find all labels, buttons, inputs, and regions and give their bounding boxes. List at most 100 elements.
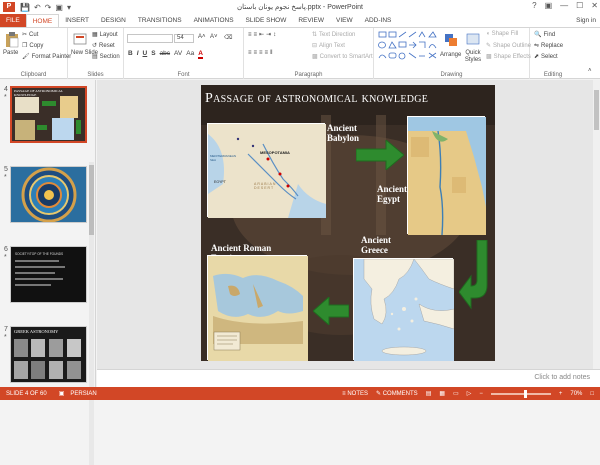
current-slide[interactable]: Passage of astronomical knowledge MESOPO… <box>201 85 495 361</box>
paste-icon[interactable] <box>5 32 19 48</box>
bullets-button[interactable]: ≡ ≡ ⇤ ⇥ ↕ <box>248 31 276 39</box>
zoom-out-button[interactable]: − <box>479 391 483 397</box>
slide-thumbnail-4[interactable]: PASSAGE OF ASTRONOMICAL KNOWLEDGE <box>10 86 87 143</box>
convert-smartart-button[interactable]: ▩ Convert to SmartArt <box>312 53 373 61</box>
tab-review[interactable]: REVIEW <box>292 14 330 27</box>
tab-view[interactable]: VIEW <box>330 14 359 27</box>
quick-styles-button[interactable]: Quick Styles <box>462 50 484 64</box>
underline-button[interactable]: U <box>143 50 148 59</box>
copy-icon: ❐ <box>22 43 28 49</box>
font-size-combo[interactable]: 54 <box>174 34 194 43</box>
slide-thumbnail-6[interactable]: SOCIETY/TOP OF THE FOUNDS <box>10 246 87 303</box>
arrange-button[interactable]: Arrange <box>440 52 461 58</box>
tab-design[interactable]: DESIGN <box>95 14 132 27</box>
char-spacing-button[interactable]: AV <box>174 50 182 59</box>
language-indicator[interactable]: PERSIAN <box>70 391 96 397</box>
notes-pane[interactable]: Click to add notes <box>97 369 600 387</box>
slide-scroll-thumb[interactable] <box>594 90 599 130</box>
start-show-icon[interactable]: ▣ <box>55 3 63 12</box>
green-arrow-curve-icon[interactable] <box>459 240 489 310</box>
collapse-ribbon-icon[interactable]: ˄ <box>588 68 592 74</box>
slide-thumbnail-5[interactable] <box>10 166 87 223</box>
fit-slide-icon[interactable]: □ <box>590 391 594 397</box>
ribbon-display-button[interactable]: ▣ <box>545 1 553 10</box>
slide-thumbnail-7[interactable]: GREEK ASTRONOMY <box>10 326 87 383</box>
egypt-map-image[interactable] <box>407 116 486 236</box>
alignment-buttons[interactable]: ≡ ≡ ≡ ≡ ‖ <box>248 50 273 56</box>
reading-view-icon[interactable]: ▭ <box>453 390 459 397</box>
green-arrow-right-icon[interactable] <box>356 140 404 170</box>
section-button[interactable]: ▤ Section <box>92 53 120 61</box>
close-button[interactable]: ✕ <box>591 1 598 10</box>
label-greece[interactable]: Ancient Greece <box>361 235 401 255</box>
select-button[interactable]: ⬈ Select <box>534 53 558 61</box>
thumb-bust-image <box>67 339 81 357</box>
label-egypt[interactable]: Ancient Egypt <box>377 184 413 204</box>
change-case-button[interactable]: Aa <box>186 50 194 59</box>
slideshow-view-icon[interactable]: ▷ <box>467 390 472 397</box>
undo-icon[interactable]: ↶ <box>34 3 41 12</box>
shapes-gallery[interactable] <box>378 31 438 63</box>
text-direction-button[interactable]: ⇅ Text Direction <box>312 31 355 39</box>
reset-button[interactable]: ↺ Reset <box>92 42 115 50</box>
shadow-button[interactable]: S <box>151 50 155 59</box>
save-icon[interactable]: 💾 <box>20 3 30 12</box>
spelling-icon[interactable]: ▣ <box>59 390 65 397</box>
strikethrough-button[interactable]: abc <box>160 50 170 59</box>
shrink-font-button[interactable]: A˅ <box>210 34 218 40</box>
babylon-map-image[interactable]: MESOPOTAMIA ARABIAN DESERT EGYPT MEDITER… <box>207 123 326 218</box>
zoom-slider-thumb[interactable] <box>523 389 527 398</box>
clear-format-icon[interactable]: ⌫ <box>224 34 232 41</box>
quick-styles-icon[interactable] <box>466 33 480 49</box>
zoom-level[interactable]: 70% <box>570 391 582 397</box>
comments-toggle-button[interactable]: ✎ COMMENTS <box>376 390 418 397</box>
notes-placeholder[interactable]: Click to add notes <box>534 374 590 381</box>
tab-add-ins[interactable]: ADD-INS <box>359 14 398 27</box>
notes-toggle-button[interactable]: ≡ NOTES <box>342 391 368 397</box>
copy-button[interactable]: ❐ Copy <box>22 42 43 50</box>
tab-animations[interactable]: ANIMATIONS <box>188 14 240 27</box>
grow-font-button[interactable]: A˄ <box>198 34 206 40</box>
tab-insert[interactable]: INSERT <box>59 14 95 27</box>
shape-outline-button[interactable]: ✎ Shape Outline <box>486 42 531 50</box>
zoom-slider[interactable] <box>490 389 551 398</box>
layout-button[interactable]: ▦ Layout <box>92 31 118 39</box>
format-painter-button[interactable]: 🖌 Format Painter <box>22 53 71 61</box>
bold-button[interactable]: B <box>128 50 133 59</box>
editing-group: 🔍 Find ⇋ Replace ⬈ Select Editing <box>530 28 576 79</box>
tab-slide-show[interactable]: SLIDE SHOW <box>240 14 293 27</box>
slide-sorter-icon[interactable]: ▦ <box>439 390 445 397</box>
normal-view-icon[interactable]: ▤ <box>426 390 432 397</box>
minimize-button[interactable]: — <box>560 1 568 10</box>
cut-button[interactable]: ✂ Cut <box>22 31 38 39</box>
tab-transitions[interactable]: TRANSITIONS <box>132 14 188 27</box>
tab-home[interactable]: HOME <box>25 14 60 27</box>
arrange-icon[interactable] <box>444 33 458 49</box>
redo-icon[interactable]: ↷ <box>45 3 52 12</box>
green-arrow-left-icon[interactable] <box>313 297 349 325</box>
customize-qat-icon[interactable]: ▾ <box>67 3 71 12</box>
help-button[interactable]: ? <box>532 1 536 10</box>
slide-vertical-scrollbar[interactable] <box>593 80 600 369</box>
greece-map-image[interactable] <box>353 258 455 361</box>
replace-button[interactable]: ⇋ Replace <box>534 42 563 50</box>
font-name-combo[interactable] <box>127 34 173 43</box>
shape-fill-button[interactable]: ◖ Shape Fill <box>486 31 518 37</box>
thumbnail-scrollbar[interactable] <box>89 162 94 465</box>
thumbnail-scroll-thumb[interactable] <box>89 165 94 235</box>
font-group: 54 A˄ A˅ ⌫ B I U S abc AV Aa A Font <box>124 28 244 79</box>
paste-button[interactable]: Paste <box>3 50 18 56</box>
new-slide-icon[interactable] <box>73 32 87 48</box>
font-color-button[interactable]: A <box>198 50 203 59</box>
maximize-button[interactable]: ☐ <box>576 1 583 10</box>
map-label-egypt: EGYPT <box>214 180 226 184</box>
italic-button[interactable]: I <box>137 50 139 59</box>
align-text-button[interactable]: ⊟ Align Text <box>312 42 345 50</box>
shape-effects-button[interactable]: ▩ Shape Effects <box>486 53 531 61</box>
sign-in-link[interactable]: Sign in <box>576 17 596 24</box>
find-button[interactable]: 🔍 Find <box>534 31 555 39</box>
roman-map-image[interactable] <box>207 255 308 361</box>
tab-file[interactable]: FILE <box>0 14 26 27</box>
zoom-in-button[interactable]: + <box>559 391 563 397</box>
slide-title[interactable]: Passage of astronomical knowledge <box>205 91 428 107</box>
